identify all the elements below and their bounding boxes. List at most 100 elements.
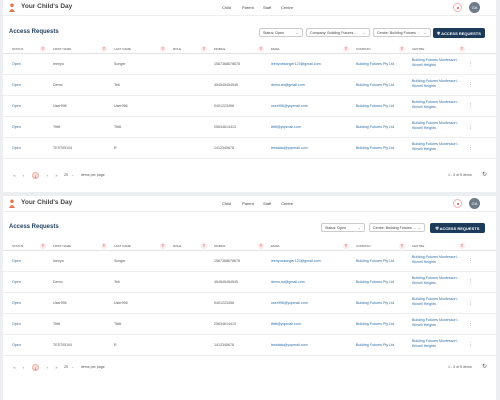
page-size-select[interactable]: 20 <box>64 365 68 369</box>
page-number-current[interactable]: 1 <box>32 172 39 179</box>
nav-parent[interactable]: Parent <box>242 5 254 10</box>
refresh-icon[interactable]: ↻ <box>481 364 488 371</box>
table-row[interactable]: Open Demo Tstt 454545454545 demo.tst@gmail.c… <box>3 272 496 293</box>
cell-mobile: 0401223456 <box>214 104 234 108</box>
last-page-icon[interactable]: » <box>53 364 60 371</box>
filter-icon[interactable]: T <box>101 243 107 249</box>
col-last-name: LAST NAME <box>114 244 131 248</box>
table-row[interactable]: Open Ieenyo Songer 1567368678678 ieenyoesong… <box>3 54 496 75</box>
company-filter[interactable]: Company: Building Futures ... ⌄ <box>306 28 370 37</box>
cell-last: Songer <box>114 62 126 66</box>
prev-page-icon[interactable]: ‹ <box>20 172 27 179</box>
nav-child[interactable]: Child <box>222 201 231 206</box>
status-filter[interactable]: Status: Open ⌄ <box>321 223 365 232</box>
nav-parent[interactable]: Parent <box>242 201 254 206</box>
more-options-icon[interactable]: · · · <box>469 278 472 287</box>
nav-centre[interactable]: Centre <box>281 5 293 10</box>
table-row[interactable]: Open TEST05104 R 1412345678 testdata@yopmail… <box>3 335 496 356</box>
col-centre: CENTRE <box>412 47 425 51</box>
filter-icon[interactable]: T <box>459 243 465 249</box>
table-row[interactable]: Open Tttttt Tttttt 25634614413 tttttt@yopmai… <box>3 314 496 335</box>
cell-first: TEST05104 <box>53 343 73 347</box>
filter-icon[interactable]: T <box>343 46 349 52</box>
filter-icon[interactable]: T <box>40 243 46 249</box>
more-options-icon[interactable]: · · · <box>469 60 472 69</box>
cell-email: ieenyoesonger123@gmail.com <box>271 62 321 66</box>
centre-filter[interactable]: Centre: Building Futures ... ⌄ <box>369 223 425 232</box>
centre-filter[interactable]: Centre: Building Futures ... ⌄ <box>373 28 431 37</box>
more-options-icon[interactable]: · · · <box>469 81 472 90</box>
more-options-icon[interactable]: · · · <box>469 144 472 153</box>
filter-icon[interactable]: T <box>160 243 166 249</box>
next-page-icon[interactable]: › <box>44 364 51 371</box>
more-options-icon[interactable]: · · · <box>469 257 472 266</box>
table-row[interactable]: Open Tttttt Tttttt 25634614413 tttttt@yopmai… <box>3 117 496 138</box>
refresh-icon[interactable]: ↻ <box>481 172 488 179</box>
cell-status: Open <box>12 62 21 66</box>
nav-staff[interactable]: Staff <box>263 5 271 10</box>
filter-icon[interactable]: T <box>399 46 405 52</box>
filter-icon[interactable]: T <box>101 46 107 52</box>
cell-mobile: 454545454545 <box>214 280 238 284</box>
last-page-icon[interactable]: » <box>53 172 60 179</box>
cell-status: Open <box>12 343 21 347</box>
next-page-icon[interactable]: › <box>44 172 51 179</box>
table-row[interactable]: Open Demo Tstt 454545454545 demo.tst@gmail.c… <box>3 75 496 96</box>
page-info: 1 - 5 of 5 items <box>448 173 472 177</box>
filter-icon[interactable]: T <box>201 243 207 249</box>
cell-mobile: 25634614413 <box>214 125 236 129</box>
filter-icon[interactable]: T <box>258 243 264 249</box>
access-requests-button[interactable]: ⛨ ACCESS REQUESTS <box>433 28 485 38</box>
filter-icon[interactable]: T <box>160 46 166 52</box>
cell-mobile: 0401223456 <box>214 301 234 305</box>
first-page-icon[interactable]: « <box>11 172 18 179</box>
more-options-icon[interactable]: · · · <box>469 102 472 111</box>
chevron-down-icon: ⌄ <box>295 30 299 35</box>
more-options-icon[interactable]: · · · <box>469 123 472 132</box>
notification-icon[interactable] <box>453 3 462 12</box>
table-header: STATUS T FIRST NAME T LAST NAME T ROLE T… <box>3 241 496 251</box>
more-options-icon[interactable]: · · · <box>469 320 472 329</box>
cell-last: User996 <box>114 104 128 108</box>
company-filter-value: Company: Building Futures ... <box>310 31 358 35</box>
filter-icon[interactable]: T <box>258 46 264 52</box>
table-row[interactable]: Open User996 User996 0401223456 user996@yopm… <box>3 293 496 314</box>
page-number-current[interactable]: 1 <box>32 364 39 371</box>
cell-centre: Building Futures Montessori - Wovell Hei… <box>412 276 459 285</box>
cell-company: Building Futures Pty Ltd <box>356 322 395 326</box>
cell-company: Building Futures Pty Ltd <box>356 83 395 87</box>
filter-icon[interactable]: T <box>399 243 405 249</box>
nav-child[interactable]: Child <box>222 5 231 10</box>
cell-centre: Building Futures Montessori - Wovell Hei… <box>412 142 459 151</box>
table-row[interactable]: Open TEST05104 R 1412345678 testdata@yopmail… <box>3 138 496 159</box>
status-filter[interactable]: Status: Open ⌄ <box>259 28 303 37</box>
table-row[interactable]: Open User996 User996 0401223456 user996@yopm… <box>3 96 496 117</box>
filter-icon[interactable]: T <box>343 243 349 249</box>
avatar[interactable]: GA <box>469 198 480 209</box>
access-requests-button[interactable]: ⛨ ACCESS REQUESTS <box>430 223 485 233</box>
filter-icon[interactable]: T <box>201 46 207 52</box>
col-company: COMPANY <box>356 244 371 248</box>
more-options-icon[interactable]: · · · <box>469 341 472 350</box>
col-first-name: FIRST NAME <box>53 244 72 248</box>
nav-staff[interactable]: Staff <box>263 201 271 206</box>
avatar[interactable]: GA <box>469 2 480 13</box>
cell-first: Demo <box>53 280 63 284</box>
page-size-select[interactable]: 20 <box>64 173 68 177</box>
nav-centre[interactable]: Centre <box>281 201 293 206</box>
table-row[interactable]: Open Ieenyo Songer 1567368678678 ieenyoesong… <box>3 251 496 272</box>
app-screen-1: Your Child's Day Child Parent Staff Cent… <box>3 0 496 192</box>
top-bar: Your Child's Day Child Parent Staff Cent… <box>3 196 496 212</box>
col-first-name: FIRST NAME <box>53 47 72 51</box>
col-centre: CENTRE <box>412 244 425 248</box>
prev-page-icon[interactable]: ‹ <box>20 364 27 371</box>
filter-icon[interactable]: T <box>40 46 46 52</box>
cell-email: testdata@yopmail.com <box>271 146 308 150</box>
more-options-icon[interactable]: · · · <box>469 299 472 308</box>
notification-icon[interactable] <box>453 199 462 208</box>
status-filter-value: Status: Open <box>263 31 284 35</box>
logo-icon <box>9 199 15 208</box>
filter-icon[interactable]: T <box>459 46 465 52</box>
first-page-icon[interactable]: « <box>11 364 18 371</box>
col-email: EMAIL <box>271 47 281 51</box>
